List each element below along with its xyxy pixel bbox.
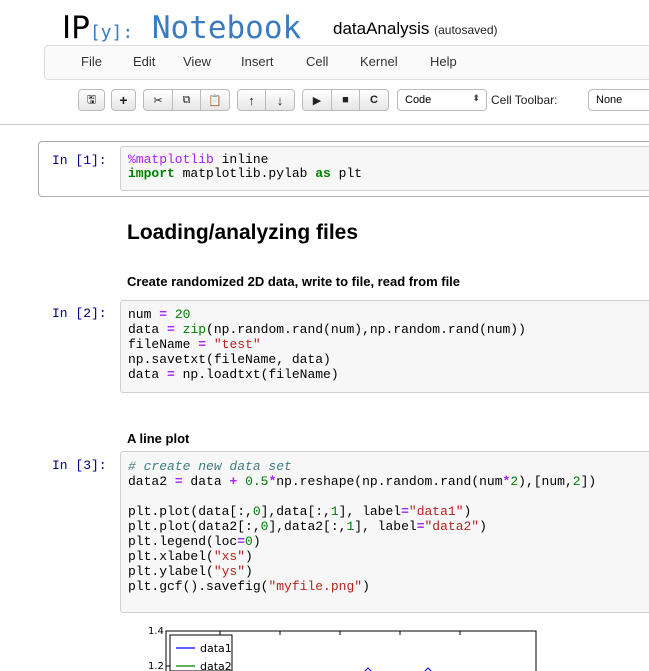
interrupt-button[interactable]: ■ [331,89,360,111]
cell-toolbar-select[interactable]: None [588,89,649,111]
y-tick-label: 1.4 [148,626,164,637]
cell-2-code: num = 20 data = zip(np.random.rand(num),… [128,307,526,382]
menu-cell[interactable]: Cell [306,54,328,69]
output-plot: 1.4 1.2 data1 data2 [148,626,537,671]
heading-loading-analyzing: Loading/analyzing files [127,221,359,244]
paste-button[interactable]: 📋 [200,89,230,111]
save-button[interactable]: 🖫 [78,89,105,111]
y-tick-label: 1.2 [148,661,164,671]
save-icon: 🖫 [86,93,97,106]
arrow-up-icon: ↑ [248,92,255,108]
insert-cell-button[interactable]: + [111,89,136,111]
cell-type-select[interactable]: Code ⬍ [397,89,487,111]
legend-label-data1: data1 [200,642,232,655]
play-icon: ▶ [312,94,322,107]
header-divider [0,124,649,125]
cut-button[interactable]: ✂ [143,89,173,111]
restart-icon: C [370,94,378,106]
paste-icon: 📋 [208,94,222,107]
cell-1-prompt: In [1]: [52,153,107,168]
restart-button[interactable]: C [359,89,389,111]
save-status: (autosaved) [434,23,498,37]
arrow-down-icon: ↓ [276,92,284,108]
menu-edit[interactable]: Edit [133,54,155,69]
menu-insert[interactable]: Insert [241,54,274,69]
move-down-button[interactable]: ↓ [265,89,295,111]
cell-toolbar-value: None [596,94,623,106]
cell-3-code: # create new data set data2 = data + 0.5… [128,459,597,594]
cell-type-value: Code [405,94,432,106]
plus-icon: + [119,92,128,108]
scissors-icon: ✂ [153,94,163,107]
logo-notebook: Notebook [133,10,302,46]
menubar: File Edit View Insert Cell Kernel Help [44,45,649,80]
cell-2-prompt: In [2]: [52,306,107,321]
logo-ip: IP [62,10,90,46]
cell-3-prompt: In [3]: [52,458,107,473]
menu-kernel[interactable]: Kernel [360,54,398,69]
select-arrows-icon: ⬍ [472,93,480,103]
heading-create-data: Create randomized 2D data, write to file… [127,274,461,289]
copy-button[interactable]: ⧉ [172,89,201,111]
move-up-button[interactable]: ↑ [237,89,266,111]
copy-icon: ⧉ [182,93,191,106]
logo-y: [y]: [89,22,134,43]
heading-line-plot: A line plot [127,431,190,446]
cell-toolbar-label: Cell Toolbar: [491,93,558,107]
notebook-name[interactable]: dataAnalysis (autosaved) [333,19,498,39]
notebook-title[interactable]: dataAnalysis [333,19,429,38]
menu-view[interactable]: View [183,54,211,69]
run-button[interactable]: ▶ [302,89,332,111]
cell-1-code: %matplotlib inline import matplotlib.pyl… [128,152,363,181]
legend-label-data2: data2 [200,660,232,671]
stop-icon: ■ [342,94,349,106]
menu-file[interactable]: File [81,54,102,69]
menu-help[interactable]: Help [430,54,457,69]
